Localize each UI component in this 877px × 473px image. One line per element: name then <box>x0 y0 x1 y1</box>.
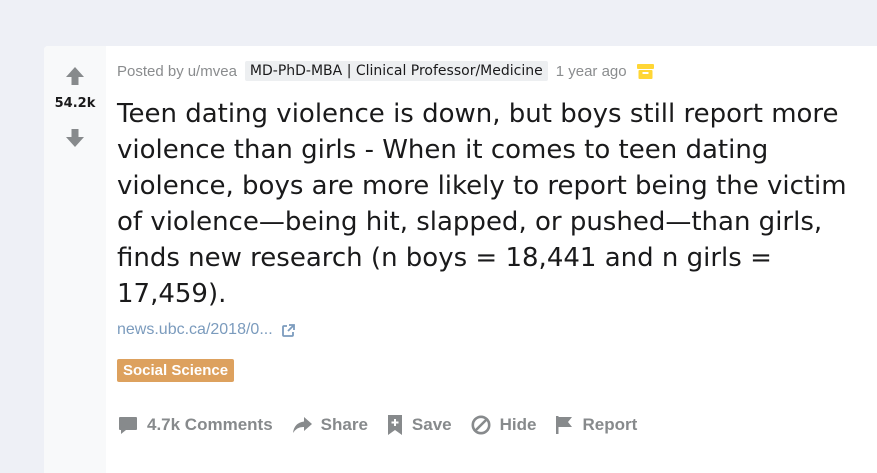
upvote-button[interactable] <box>61 62 89 90</box>
comments-button[interactable]: 4.7k Comments <box>117 414 273 436</box>
post-title[interactable]: Teen dating violence is down, but boys s… <box>117 96 857 312</box>
hide-button[interactable]: Hide <box>470 414 537 436</box>
link-flair-tag[interactable]: Social Science <box>117 359 235 382</box>
hide-circle-slash-icon <box>470 414 492 436</box>
author-link[interactable]: u/mvea <box>188 63 237 80</box>
post-meta: Posted by u/mvea MD-PhD-MBA | Clinical P… <box>117 60 654 82</box>
hide-label: Hide <box>499 415 537 434</box>
bookmark-plus-icon <box>386 414 404 436</box>
share-arrow-icon <box>291 414 313 436</box>
post-card[interactable]: 54.2k Posted by u/mvea MD-PhD-MBA | Clin… <box>44 46 877 473</box>
posted-by-label: Posted by <box>117 62 184 80</box>
author-flair: MD-PhD-MBA | Clinical Professor/Medicine <box>244 61 548 81</box>
post-timestamp[interactable]: 1 year ago <box>556 63 627 80</box>
downvote-arrow-icon <box>66 129 84 147</box>
comment-bubble-icon <box>117 414 139 436</box>
flag-icon <box>554 414 574 436</box>
report-button[interactable]: Report <box>554 414 637 436</box>
downvote-button[interactable] <box>61 124 89 152</box>
save-button[interactable]: Save <box>386 414 452 436</box>
archive-box-icon <box>636 63 654 80</box>
report-label: Report <box>582 415 638 434</box>
save-label: Save <box>411 415 452 434</box>
upvote-arrow-icon <box>66 67 84 85</box>
share-label: Share <box>320 415 368 434</box>
vote-column: 54.2k <box>44 46 106 473</box>
vote-score: 54.2k <box>54 96 96 111</box>
external-link[interactable]: news.ubc.ca/2018/0... <box>117 321 296 339</box>
external-link-icon <box>281 323 296 338</box>
comments-label: 4.7k Comments <box>147 415 273 434</box>
post-actions-bar: 4.7k Comments Share Save Hide Report <box>117 414 655 436</box>
link-domain: news.ubc.ca/2018/0... <box>117 321 273 338</box>
share-button[interactable]: Share <box>291 414 368 436</box>
